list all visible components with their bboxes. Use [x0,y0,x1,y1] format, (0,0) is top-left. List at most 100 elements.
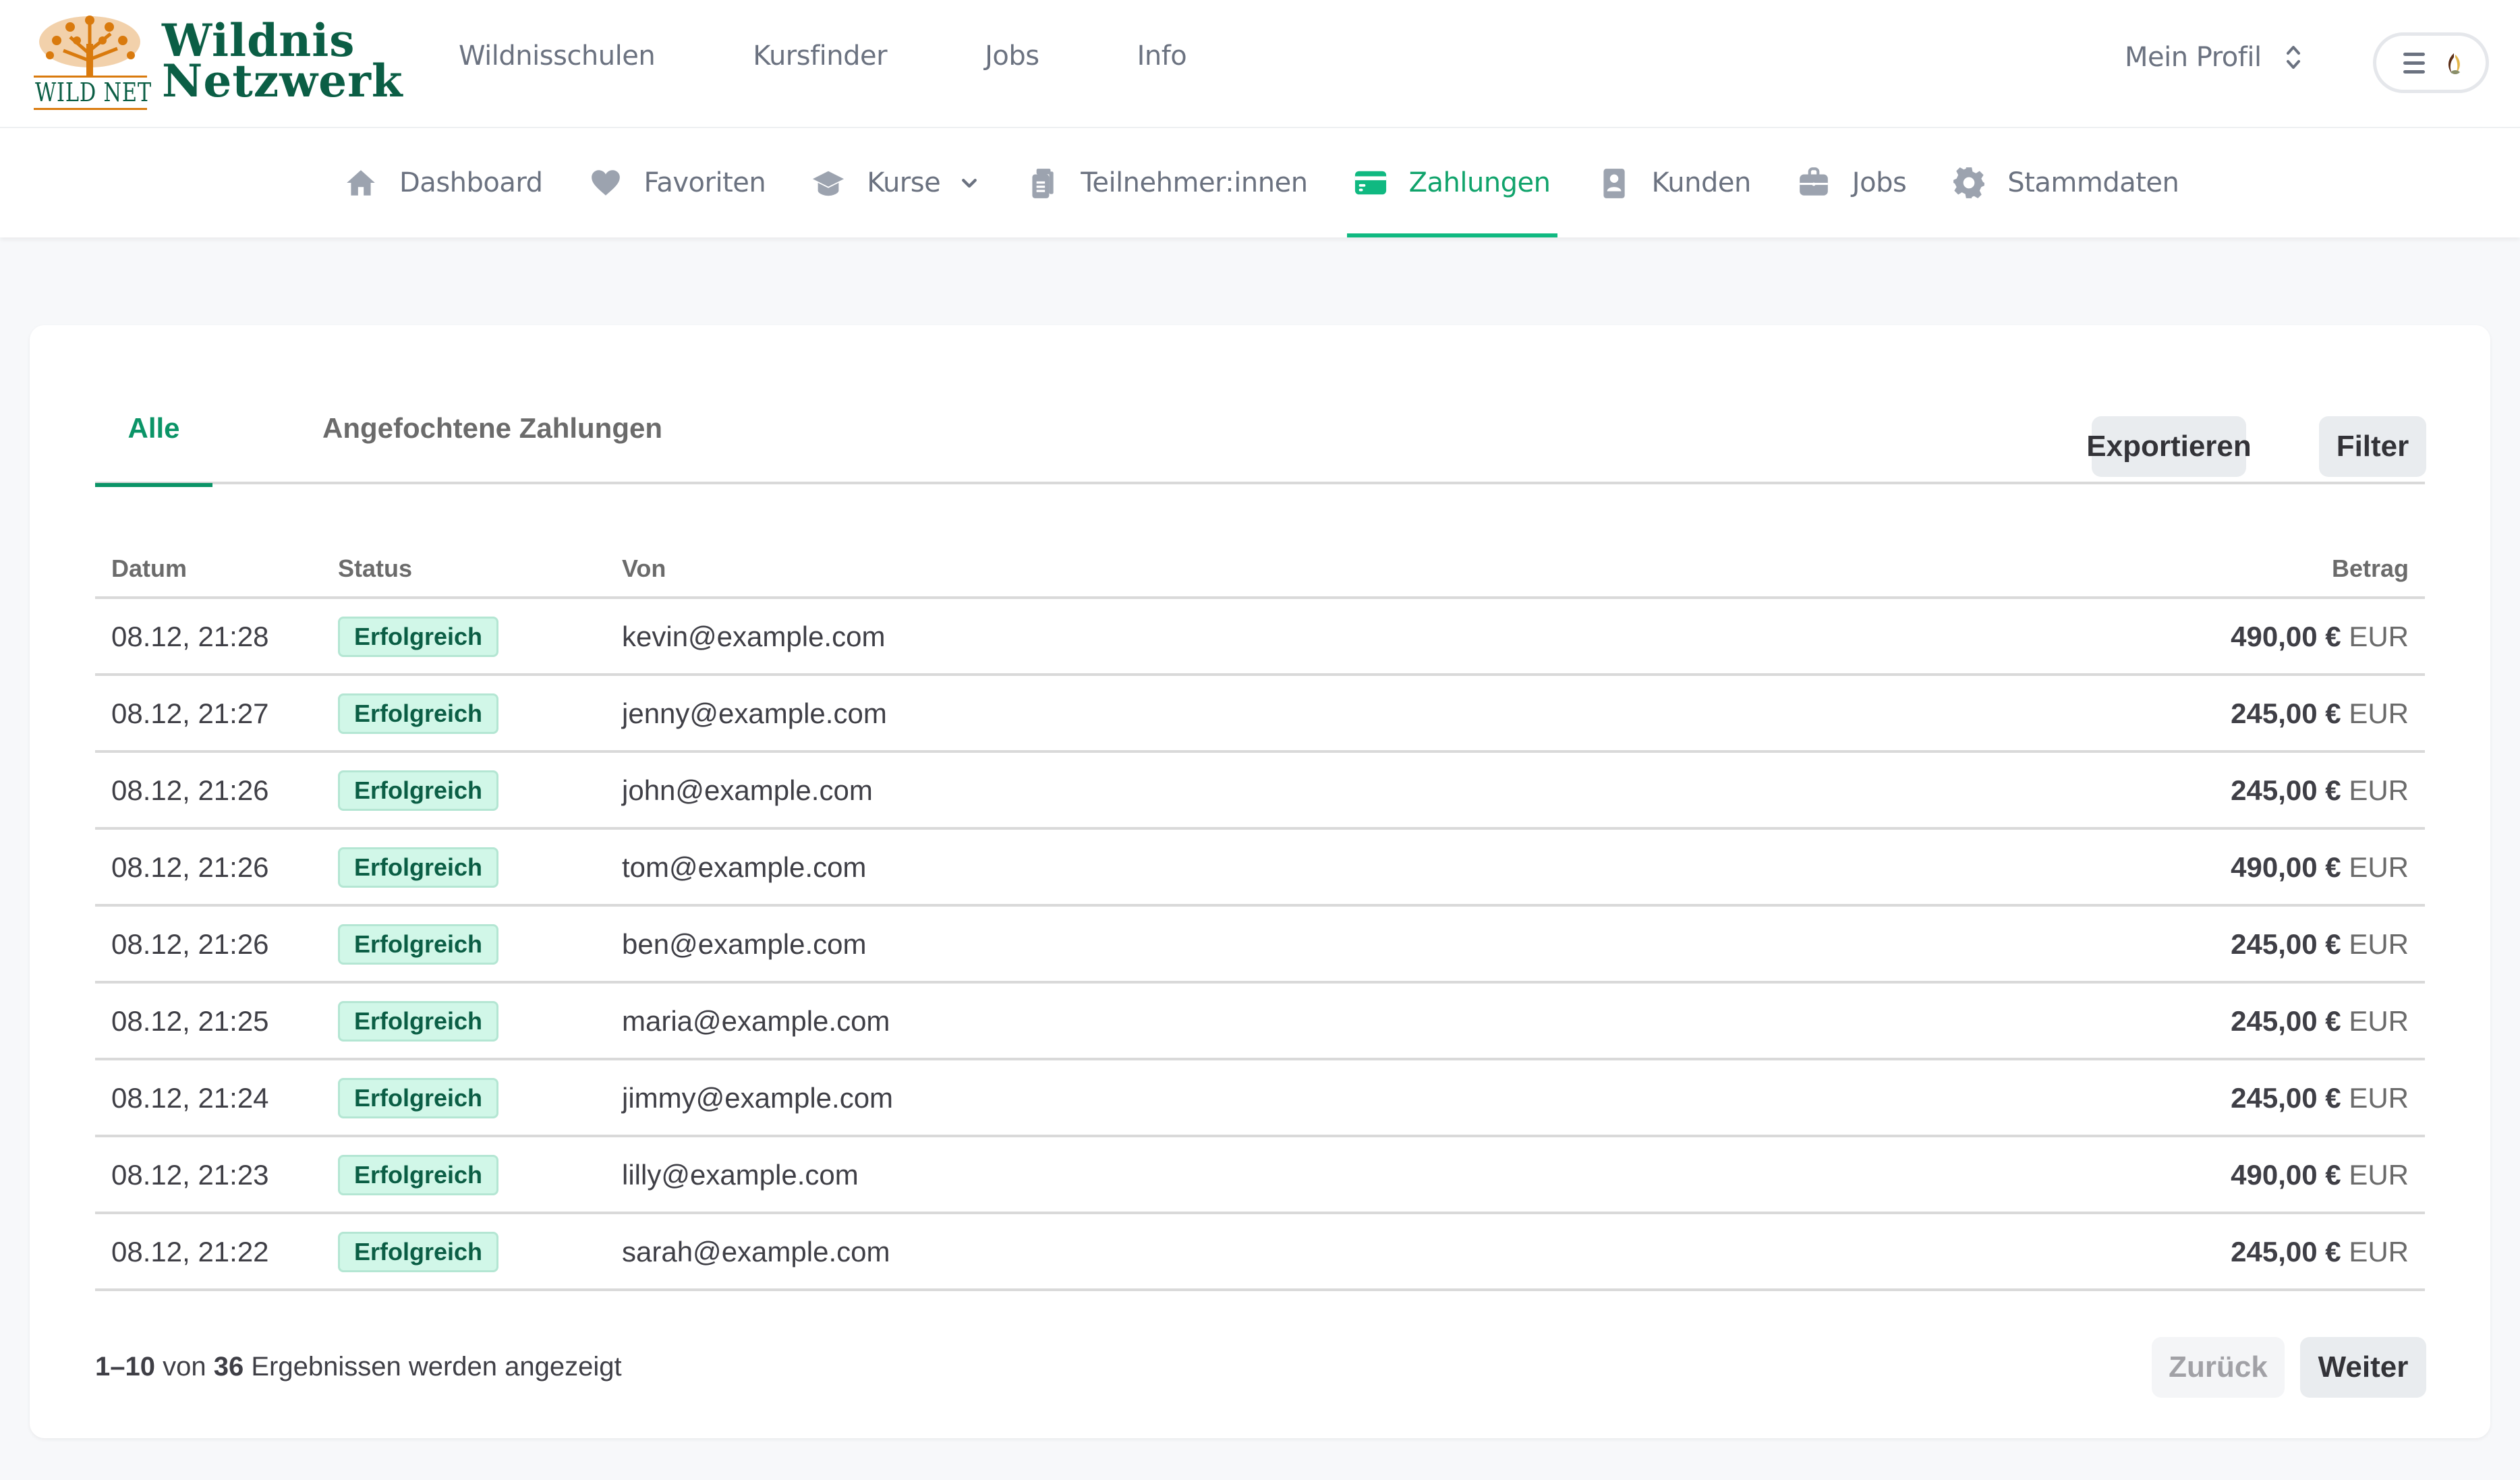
results-suffix: Ergebnissen werden angezeigt [251,1352,622,1382]
graduation-cap-icon [811,166,845,200]
status-badge: Erfolgreich [338,847,498,888]
subnav-teilnehmer[interactable]: Teilnehmer:innen [1019,128,1314,237]
column-header-datum[interactable]: Datum [111,554,187,583]
export-button[interactable]: Exportieren [2086,416,2252,477]
payment-date: 08.12, 21:23 [111,1159,269,1191]
currency-code: EUR [2349,928,2409,960]
subnav-label: Dashboard [399,167,543,198]
payments-table: Datum Status Von Betrag 08.12, 21:28 Erfo… [95,534,2425,1291]
payment-amount: 245,00 € EUR [2231,1236,2409,1268]
table-row[interactable]: 08.12, 21:26 Erfolgreich ben@example.com 24… [95,907,2425,984]
subnav-favoriten[interactable]: Favoriten [582,128,773,237]
column-header-von[interactable]: Von [622,554,666,583]
nav-kursfinder[interactable]: Kursfinder [753,40,887,72]
status-badge: Erfolgreich [338,693,498,734]
payment-date: 08.12, 21:26 [111,851,269,883]
payment-amount: 490,00 € EUR [2231,621,2409,653]
payment-amount: 245,00 € EUR [2231,698,2409,730]
payer-email: lilly@example.com [622,1159,859,1191]
subnav-stammdaten[interactable]: Stammdaten [1945,128,2185,237]
status-badge: Erfolgreich [338,924,498,965]
table-row[interactable]: 08.12, 21:22 Erfolgreich sarah@example.com… [95,1214,2425,1291]
brand-name-line2: Netzwerk [162,55,403,107]
currency-code: EUR [2349,851,2409,883]
column-header-betrag[interactable]: Betrag [2332,554,2409,583]
filter-button[interactable]: Filter [2319,416,2426,477]
currency-code: EUR [2349,698,2409,729]
payer-email: john@example.com [622,774,873,806]
subnav-zahlungen[interactable]: Zahlungen [1346,128,1557,237]
table-row[interactable]: 08.12, 21:26 Erfolgreich john@example.com 2… [95,753,2425,830]
subnav-kurse[interactable]: Kurse [805,128,986,237]
subnav-label: Jobs [1852,167,1907,198]
nav-jobs[interactable]: Jobs [985,40,1039,72]
payment-date: 08.12, 21:22 [111,1236,269,1268]
next-page-button[interactable]: Weiter [2300,1337,2426,1398]
chevron-down-icon [962,179,977,188]
subnav-kunden[interactable]: Kunden [1590,128,1758,237]
top-header: WILD NET Wildnis Netzwerk Wildnisschulen… [0,0,2520,128]
subnav-label: Favoriten [643,167,766,198]
home-icon [344,166,378,200]
subnav-dashboard[interactable]: Dashboard [337,128,550,237]
gear-icon [1952,166,1986,200]
tab-alle[interactable]: Alle [95,372,212,487]
payment-amount: 490,00 € EUR [2231,851,2409,884]
dashboard-subnav: Dashboard Favoriten Kurse Teilnehmer:inn… [0,128,2520,237]
payment-amount: 245,00 € EUR [2231,1082,2409,1114]
chevron-up-down-icon [2286,44,2301,71]
amount-value: 245,00 € [2231,1005,2341,1037]
status-badge: Erfolgreich [338,1001,498,1042]
amount-value: 245,00 € [2231,698,2341,729]
currency-code: EUR [2349,1005,2409,1037]
subnav-label: Kurse [867,167,941,198]
table-row[interactable]: 08.12, 21:27 Erfolgreich jenny@example.com… [95,676,2425,753]
subnav-label: Teilnehmer:innen [1081,167,1308,198]
payment-date: 08.12, 21:26 [111,928,269,960]
nav-info[interactable]: Info [1137,40,1187,72]
table-row[interactable]: 08.12, 21:23 Erfolgreich lilly@example.com… [95,1137,2425,1214]
payment-date: 08.12, 21:28 [111,621,269,652]
table-row[interactable]: 08.12, 21:26 Erfolgreich tom@example.com 49… [95,830,2425,907]
payment-amount: 245,00 € EUR [2231,774,2409,807]
clipboard-icon [1025,166,1059,200]
currency-code: EUR [2349,774,2409,806]
payment-date: 08.12, 21:26 [111,774,269,806]
profile-label: Mein Profil [2125,42,2262,73]
payment-date: 08.12, 21:25 [111,1005,269,1037]
subnav-label: Stammdaten [2007,167,2179,198]
payment-amount: 245,00 € EUR [2231,1005,2409,1037]
payer-email: jimmy@example.com [622,1082,894,1114]
of-label: von [163,1352,206,1382]
subnav-label: Zahlungen [1408,167,1551,198]
currency-code: EUR [2349,1082,2409,1114]
payer-email: jenny@example.com [622,698,887,729]
brand-logo[interactable]: WILD NET Wildnis Netzwerk [30,13,403,115]
status-badge: Erfolgreich [338,1232,498,1272]
table-row[interactable]: 08.12, 21:24 Erfolgreich jimmy@example.com… [95,1060,2425,1137]
subnav-jobs[interactable]: Jobs [1790,128,1914,237]
amount-value: 490,00 € [2231,1159,2341,1191]
table-row[interactable]: 08.12, 21:28 Erfolgreich kevin@example.com… [95,599,2425,676]
previous-page-button[interactable]: Zurück [2152,1337,2285,1398]
payer-email: ben@example.com [622,928,867,960]
currency-code: EUR [2349,1236,2409,1268]
user-menu-button[interactable] [2373,32,2489,93]
brand-name: Wildnis Netzwerk [162,18,403,107]
amount-value: 490,00 € [2231,621,2341,652]
briefcase-icon [1797,166,1831,200]
nav-wildnisschulen[interactable]: Wildnisschulen [459,40,656,72]
payer-email: kevin@example.com [622,621,886,652]
payment-amount: 490,00 € EUR [2231,1159,2409,1191]
status-badge: Erfolgreich [338,1078,498,1118]
payer-email: sarah@example.com [622,1236,890,1268]
profile-menu-button[interactable]: Mein Profil [2125,42,2301,73]
credit-card-icon [1354,166,1387,200]
tab-angefochtene-zahlungen[interactable]: Angefochtene Zahlungen [322,372,662,484]
table-row[interactable]: 08.12, 21:25 Erfolgreich maria@example.com… [95,984,2425,1060]
subnav-label: Kunden [1651,167,1752,198]
column-header-status[interactable]: Status [338,554,412,583]
pagination-summary: 1–10 von 36 Ergebnissen werden angezeigt [95,1352,622,1382]
contact-book-icon [1597,166,1630,200]
payer-email: tom@example.com [622,851,867,883]
